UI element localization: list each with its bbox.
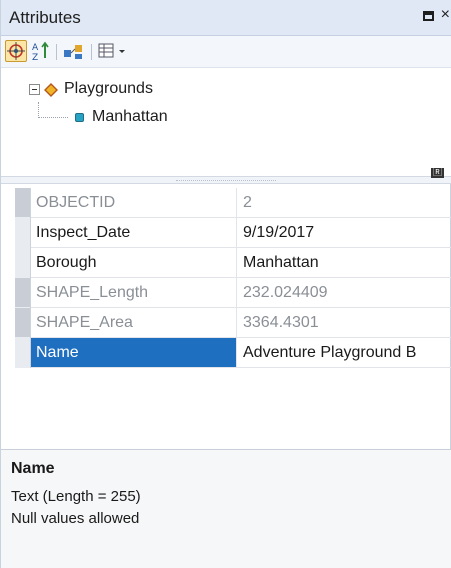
attribute-row-inspect-date[interactable]: Inspect_Date 9/19/2017: [31, 218, 451, 248]
field-name: OBJECTID: [31, 188, 237, 217]
layer-icon: [44, 83, 58, 97]
tree-layer-label: Playgrounds: [64, 80, 153, 97]
attributes-window: Attributes × A Z Playgrounds Manhattan 🅁…: [0, 0, 451, 568]
svg-text:Z: Z: [32, 53, 38, 62]
field-value: 232.024409: [243, 284, 328, 301]
panel-splitter[interactable]: [1, 176, 451, 184]
splitter-grip[interactable]: [176, 180, 276, 182]
tree-connector: [38, 102, 40, 118]
svg-text:A: A: [32, 43, 39, 53]
description-nullable: Null values allowed: [11, 510, 140, 527]
attribute-row-borough[interactable]: Borough Manhattan: [31, 248, 451, 278]
tree-feature-label: Manhattan: [92, 108, 168, 125]
row-header[interactable]: [15, 278, 30, 308]
field-value[interactable]: Adventure Playground B: [237, 338, 451, 367]
toolbar-separator: [91, 44, 92, 60]
feature-icon: [75, 112, 84, 122]
toolbar-separator: [56, 44, 57, 60]
attribute-row-shape-length[interactable]: SHAPE_Length 232.024409: [31, 278, 451, 308]
description-title: Name: [11, 460, 55, 477]
relate-icon[interactable]: [62, 40, 86, 62]
collapse-icon[interactable]: [29, 83, 40, 95]
field-value[interactable]: 9/19/2017: [237, 218, 451, 247]
field-value: 3364.4301: [243, 314, 319, 331]
window-title: Attributes: [9, 8, 81, 27]
field-name: Name: [31, 338, 237, 367]
row-header-column: [15, 188, 31, 368]
field-name: Inspect_Date: [31, 218, 237, 247]
table-options-icon[interactable]: [97, 40, 131, 62]
field-name: Borough: [31, 248, 237, 277]
field-name: SHAPE_Area: [31, 308, 237, 337]
field-value: 2: [243, 194, 252, 211]
attribute-row-name[interactable]: Name Adventure Playground B: [31, 338, 451, 368]
row-header[interactable]: [15, 338, 30, 368]
tree-connector: [38, 117, 68, 119]
tree-item-layer[interactable]: Playgrounds: [29, 78, 153, 100]
field-description-panel: Name Text (Length = 255) Null values all…: [1, 449, 451, 568]
row-header[interactable]: [15, 308, 30, 338]
layout-toggle-icon[interactable]: 🅁: [430, 168, 444, 178]
toolbar: A Z: [1, 36, 451, 68]
pin-icon[interactable]: [423, 11, 434, 21]
tree-item-feature[interactable]: Manhattan: [75, 106, 168, 128]
field-name: SHAPE_Length: [31, 278, 237, 307]
row-header[interactable]: [15, 248, 30, 278]
row-header[interactable]: [15, 188, 30, 218]
close-icon[interactable]: ×: [441, 6, 450, 24]
attribute-row-shape-area[interactable]: SHAPE_Area 3364.4301: [31, 308, 451, 338]
layer-select-icon[interactable]: [5, 40, 27, 62]
field-value[interactable]: Manhattan: [237, 248, 451, 277]
attribute-row-objectid[interactable]: OBJECTID 2: [31, 188, 451, 218]
title-bar[interactable]: Attributes ×: [1, 0, 451, 36]
description-type: Text (Length = 255): [11, 488, 141, 505]
sort-ascending-icon[interactable]: A Z: [31, 40, 51, 62]
row-header[interactable]: [15, 218, 30, 248]
